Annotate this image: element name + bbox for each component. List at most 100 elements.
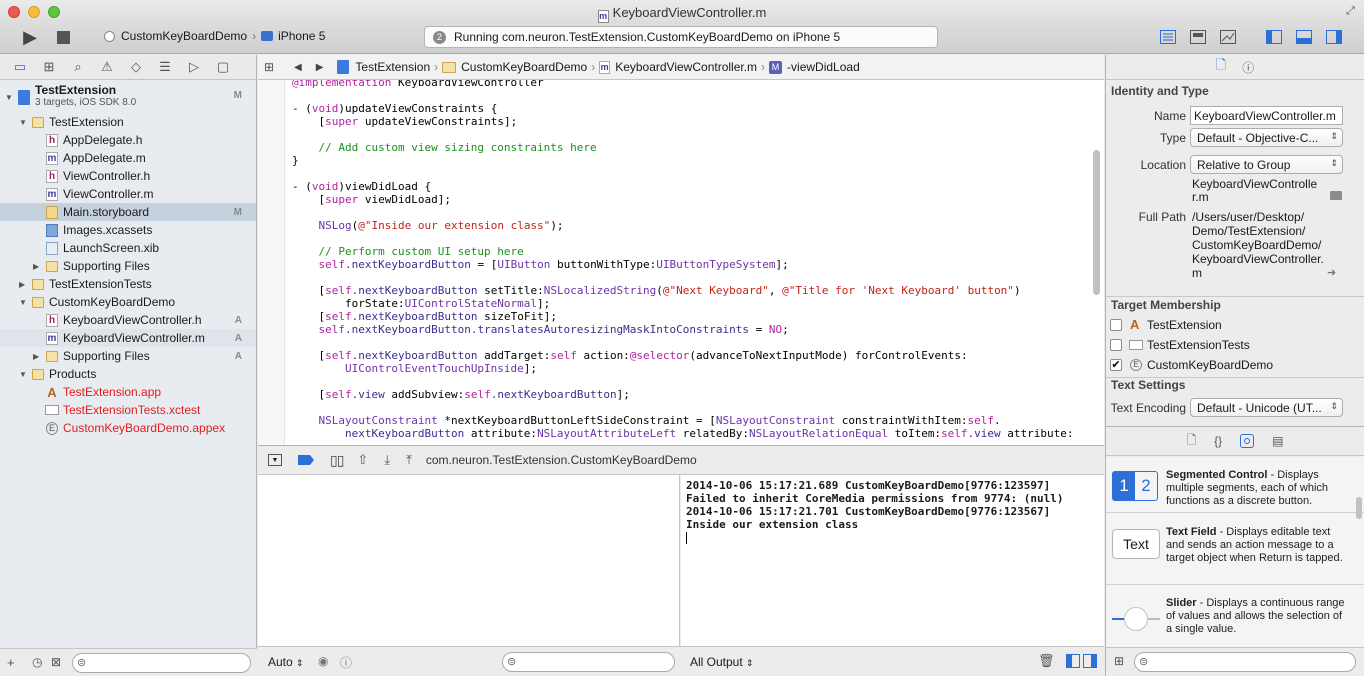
target-row[interactable]: ✔ E CustomKeyBoardDemo [1110,357,1360,375]
code-snippet-icon[interactable]: {} [1214,434,1222,448]
file-row[interactable]: m ViewController.m [0,185,256,203]
target-row[interactable]: TestExtensionTests [1110,337,1360,355]
breadcrumb-group[interactable]: CustomKeyBoardDemo [461,60,587,74]
group-row[interactable]: ▶ Supporting Files [0,257,256,275]
file-row[interactable]: LaunchScreen.xib [0,239,256,257]
auto-scope-popup[interactable]: Auto ⇕ [268,655,304,669]
disclosure-open-icon[interactable]: ▼ [19,370,27,379]
breadcrumb-project[interactable]: TestExtension [355,60,430,74]
add-icon[interactable]: + [7,655,15,670]
group-row[interactable]: ▶ TestExtensionTests [0,275,256,293]
test-navigator-icon[interactable]: ◇ [128,59,144,75]
step-out-icon[interactable]: ⤒ [406,452,412,468]
file-inspector-icon[interactable]: 🗋 [1216,56,1226,78]
product-row[interactable]: A TestExtension.app [0,383,256,401]
console-view[interactable]: 2014-10-06 15:17:21.689 CustomKeyBoardDe… [681,475,1104,646]
code-line[interactable]: @implementation KeyboardViewController [292,80,1074,89]
quick-look-icon[interactable]: ◉ [318,654,328,668]
scheme-selector[interactable]: CustomKeyBoardDemo › iPhone 5 [104,29,325,43]
code-line[interactable] [292,232,1074,245]
pause-icon[interactable]: ▯▯ [330,452,344,469]
debug-navigator-icon[interactable]: ☰ [157,59,173,75]
reveal-in-finder-icon[interactable]: ➜ [1327,266,1336,279]
library-item-slider[interactable]: Slider - Displays a continuous range of … [1106,585,1364,647]
recent-files-icon[interactable]: ◷ [32,655,42,669]
code-line[interactable] [292,206,1074,219]
code-line[interactable]: [self.nextKeyboardButton addTarget:self … [292,349,1074,362]
code-line[interactable]: // Perform custom UI setup here [292,245,1074,258]
group-row[interactable]: ▶ Supporting Files A [0,347,256,365]
warning-icon[interactable]: ⚠ [99,59,115,75]
code-line[interactable]: [self.view addSubview:self.nextKeyboardB… [292,388,1074,401]
editor-gutter[interactable] [258,80,285,445]
breadcrumb-file[interactable]: KeyboardViewController.m [615,60,757,74]
file-row-selected[interactable]: Main.storyboard M [0,203,256,221]
show-variables-icon[interactable] [1066,654,1080,668]
object-library-icon[interactable] [1240,434,1255,448]
file-template-icon[interactable]: 🗋 [1186,431,1196,452]
product-row[interactable]: E CustomKeyBoardDemo.appex [0,419,256,437]
standard-editor-button[interactable] [1157,27,1179,47]
code-line[interactable]: UIControlEventTouchUpInside]; [292,362,1074,375]
back-button[interactable]: ◀ [294,62,302,73]
code-line[interactable] [292,375,1074,388]
code-line[interactable]: [self.nextKeyboardButton sizeToFit]; [292,310,1074,323]
library-item-text-field[interactable]: Text Text Field - Displays editable text… [1106,513,1364,585]
stop-button[interactable] [54,27,72,47]
navigator-filter-field[interactable]: ⊜ [72,653,251,673]
media-library-icon[interactable]: ▤ [1272,434,1283,448]
code-line[interactable]: nextKeyboardButton attribute:NSLayoutAtt… [292,427,1074,440]
code-line[interactable]: [super updateViewConstraints]; [292,115,1074,128]
disclosure-closed-icon[interactable]: ▶ [33,262,39,271]
code-line[interactable]: forState:UIControlStateNormal]; [292,297,1074,310]
group-row[interactable]: ▼ TestExtension [0,113,256,131]
project-root[interactable]: ▼ TestExtension 3 targets, iOS SDK 8.0 M [0,82,256,112]
type-popup[interactable]: Default - Objective-C... ⇕ [1190,128,1343,147]
hide-debug-area-icon[interactable]: ▼ [268,454,282,466]
group-row[interactable]: ▼ Products [0,365,256,383]
editor-scrollbar[interactable] [1093,150,1100,295]
code-text[interactable]: @implementation KeyboardViewController -… [292,80,1074,440]
assistant-editor-button[interactable] [1187,27,1209,47]
step-into-icon[interactable]: ⤓ [384,452,390,468]
trash-icon[interactable]: 🗑 [1038,653,1055,669]
disclosure-closed-icon[interactable]: ▶ [19,280,25,289]
quick-help-icon[interactable]: ⓘ [1242,59,1254,76]
group-row[interactable]: ▼ CustomKeyBoardDemo [0,293,256,311]
breadcrumb-method[interactable]: -viewDidLoad [787,60,860,74]
code-line[interactable] [292,336,1074,349]
code-line[interactable]: } [292,154,1074,167]
code-line[interactable]: NSLayoutConstraint *nextKeyboardButtonLe… [292,414,1074,427]
console-output-popup[interactable]: All Output ⇕ [690,655,754,669]
toggle-debug-area-button[interactable] [1293,27,1315,47]
forward-button[interactable]: ▶ [316,62,324,73]
run-button[interactable]: ▶ [18,26,42,48]
product-row[interactable]: TestExtensionTests.xctest [0,401,256,419]
library-filter-field[interactable]: ⊜ [1134,652,1356,672]
file-row-open[interactable]: m KeyboardViewController.m A [0,329,256,347]
file-row[interactable]: h AppDelegate.h [0,131,256,149]
info-icon[interactable]: ⓘ [340,654,352,671]
library-scrollbar[interactable] [1356,497,1362,519]
code-line[interactable] [292,89,1074,102]
target-checkbox[interactable] [1110,319,1122,331]
code-line[interactable]: // Add custom view sizing constraints he… [292,141,1074,154]
scm-filter-icon[interactable]: ⊠ [51,655,61,669]
code-line[interactable] [292,271,1074,284]
log-navigator-icon[interactable]: ▢ [215,59,231,75]
step-over-icon[interactable]: ⇧ [357,452,368,468]
toggle-utilities-button[interactable] [1323,27,1345,47]
breakpoints-toggle-icon[interactable] [298,455,314,465]
location-popup[interactable]: Relative to Group ⇕ [1190,155,1343,174]
target-checkbox-checked[interactable]: ✔ [1110,359,1122,371]
folder-icon[interactable]: ▭ [12,59,28,75]
activity-count-badge[interactable]: 2 [433,30,446,44]
source-editor[interactable]: @implementation KeyboardViewController -… [258,80,1104,445]
target-checkbox[interactable] [1110,339,1122,351]
search-icon[interactable]: ⌕ [70,59,86,75]
version-editor-button[interactable] [1217,27,1239,47]
show-console-icon[interactable] [1083,654,1097,668]
breakpoint-navigator-icon[interactable]: ▷ [186,59,202,75]
disclosure-open-icon[interactable]: ▼ [19,118,27,127]
code-line[interactable]: [super viewDidLoad]; [292,193,1074,206]
